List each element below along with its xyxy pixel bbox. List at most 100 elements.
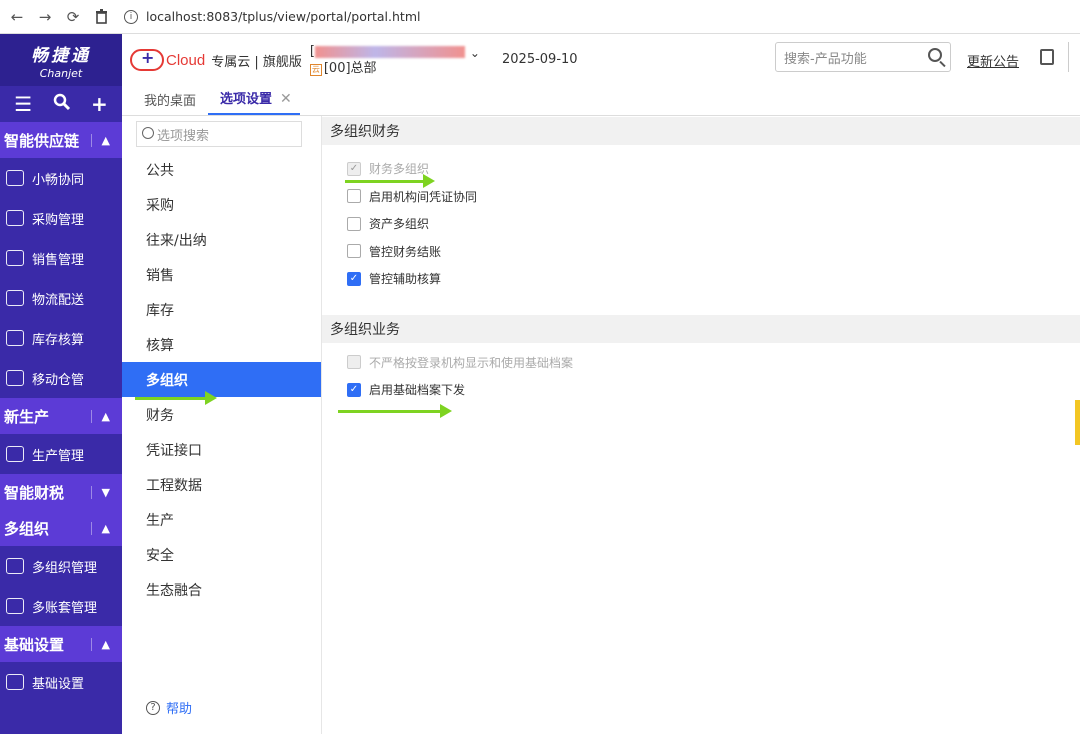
option-item-label: 财务 [146,407,174,424]
option-asset-multi-org[interactable]: 资产多组织 [322,210,1080,238]
back-arrow-icon[interactable]: ← [6,6,28,28]
nav-item-label: 生产管理 [32,448,85,464]
option-item-multi-org[interactable]: 多组织 [122,362,321,397]
option-search-input[interactable]: 选项搜索 [136,121,302,147]
production-icon [6,446,24,462]
option-item-engineering-data[interactable]: 工程数据 [122,467,321,502]
checkbox-label: 管控财务结账 [369,244,442,259]
option-item-label: 销售 [146,267,174,284]
forward-arrow-icon[interactable]: → [34,6,56,28]
nav-section-finance-tax[interactable]: 智能财税 ▼ [0,474,122,510]
checkbox-label: 启用基础档案下发 [369,383,466,398]
checkbox-checked[interactable]: ✓ [347,271,361,286]
nav-section-label: 智能供应链 [4,131,80,150]
option-archive-distribution[interactable]: ✓ 启用基础档案下发 [322,376,1080,404]
page-scrollbar[interactable] [1075,400,1080,445]
site-info-icon[interactable]: i [124,9,138,24]
option-item-inventory[interactable]: 库存 [122,292,321,327]
trash-icon[interactable] [90,6,112,28]
nav-item-inventory-costing[interactable]: 库存核算 [0,318,122,358]
nav-item-production-mgmt[interactable]: 生产管理 [0,434,122,474]
nav-item-purchase[interactable]: 采购管理 [0,198,122,238]
nav-item-xiaochang[interactable]: 小畅协同 [0,158,122,198]
chevron-down-icon[interactable]: ⌄ [470,45,480,62]
nav-item-multi-org-mgmt[interactable]: 多组织管理 [0,546,122,586]
save-icon[interactable] [1040,49,1054,65]
option-search-placeholder: 选项搜索 [157,128,210,144]
checkbox[interactable] [347,189,361,204]
nav-item-label: 物流配送 [32,292,85,308]
nav-section-multi-org[interactable]: 多组织 ▲ [0,510,122,546]
chevron-up-icon: ▲ [90,133,110,147]
annotation-arrow-icon [345,174,435,188]
option-inter-org-voucher[interactable]: 启用机构间凭证协同 [322,183,1080,211]
function-search-input[interactable]: 搜索-产品功能 [775,42,951,72]
option-item-public[interactable]: 公共 [122,152,321,187]
menu-collapse-icon[interactable]: ☰ [14,92,32,116]
option-item-label: 公共 [146,162,174,179]
edition-label: 专属云 | 旗舰版 [211,54,302,70]
option-category-list: 选项搜索 公共 采购 往来/出纳 销售 库存 核算 多组织 财务 凭证接口 工程… [122,116,322,734]
nav-item-multi-book-mgmt[interactable]: 多账套管理 [0,586,122,626]
tab-my-desktop[interactable]: 我的桌面 [122,90,208,115]
option-item-ecosystem[interactable]: 生态融合 [122,572,321,607]
search-icon[interactable] [928,48,942,62]
left-navigation: 畅捷通 Chanjet ☰ + 智能供应链 ▲ 小畅协同 采购管理 销售管理 物流… [0,34,122,734]
nav-item-mobile-warehouse[interactable]: 移动仓管 [0,358,122,398]
nav-section-production[interactable]: 新生产 ▲ [0,398,122,434]
option-item-costing[interactable]: 核算 [122,327,321,362]
nav-item-label: 库存核算 [32,332,85,348]
add-icon[interactable]: + [91,92,108,116]
search-icon[interactable] [53,92,71,116]
option-item-voucher-interface[interactable]: 凭证接口 [122,432,321,467]
nav-item-label: 小畅协同 [32,172,85,188]
help-icon: ? [146,700,160,715]
option-control-aux-accounting[interactable]: ✓ 管控辅助核算 [322,265,1080,293]
url-text: localhost:8083/tplus/view/portal/portal.… [146,9,421,24]
org-cloud-tag-icon: 云 [309,64,322,76]
option-item-ar-cash[interactable]: 往来/出纳 [122,222,321,257]
collab-icon [6,170,24,186]
chart-icon [6,250,24,266]
option-control-finance-closing[interactable]: 管控财务结账 [322,238,1080,266]
truck-icon [6,290,24,306]
brand-text: Cloud [166,51,206,69]
option-item-sales[interactable]: 销售 [122,257,321,292]
option-item-purchase[interactable]: 采购 [122,187,321,222]
group-header-multi-org-business: 多组织业务 [322,314,1080,343]
update-notice-link[interactable]: 更新公告 [967,51,1019,70]
app-header: Cloud 专属云 | 旗舰版 [ 云[00]总部 ⌄ 2025-09-10 搜… [122,34,1080,86]
nav-section-supply-chain[interactable]: 智能供应链 ▲ [0,122,122,158]
option-item-security[interactable]: 安全 [122,537,321,572]
address-bar[interactable]: i localhost:8083/tplus/view/portal/porta… [124,5,420,29]
nav-item-label: 采购管理 [32,212,85,228]
reload-icon[interactable]: ⟳ [62,6,84,28]
nav-section-basic-settings[interactable]: 基础设置 ▲ [0,626,122,662]
option-item-label: 多组织 [146,372,188,389]
checkbox[interactable] [347,216,361,231]
close-icon[interactable]: ✕ [280,91,292,107]
option-item-label: 生产 [146,512,174,529]
group-header-multi-org-finance: 多组织财务 [322,117,1080,145]
nav-item-label: 多组织管理 [32,560,98,576]
checkbox-checked[interactable]: ✓ [347,382,361,397]
help-link[interactable]: ? 帮助 [146,698,192,717]
option-item-finance[interactable]: 财务 [122,397,321,432]
nav-item-sales[interactable]: 销售管理 [0,238,122,278]
nav-item-label: 基础设置 [32,676,85,692]
option-item-label: 往来/出纳 [146,232,207,249]
option-item-label: 工程数据 [146,477,202,494]
tab-label: 我的桌面 [144,94,197,109]
nav-item-logistics[interactable]: 物流配送 [0,278,122,318]
option-item-label: 凭证接口 [146,442,202,459]
cart-icon [6,210,24,226]
nav-toolbar: ☰ + [0,86,122,122]
settings-icon [6,674,24,690]
option-item-production[interactable]: 生产 [122,502,321,537]
chevron-up-icon: ▲ [90,409,110,423]
tab-option-settings[interactable]: 选项设置 ✕ [208,88,300,115]
checkbox[interactable] [347,244,361,259]
nav-section-label: 新生产 [4,407,50,426]
org-switcher[interactable]: [ 云 [00]总部 ⌄ [309,43,480,77]
nav-item-basic-settings[interactable]: 基础设置 [0,662,122,702]
